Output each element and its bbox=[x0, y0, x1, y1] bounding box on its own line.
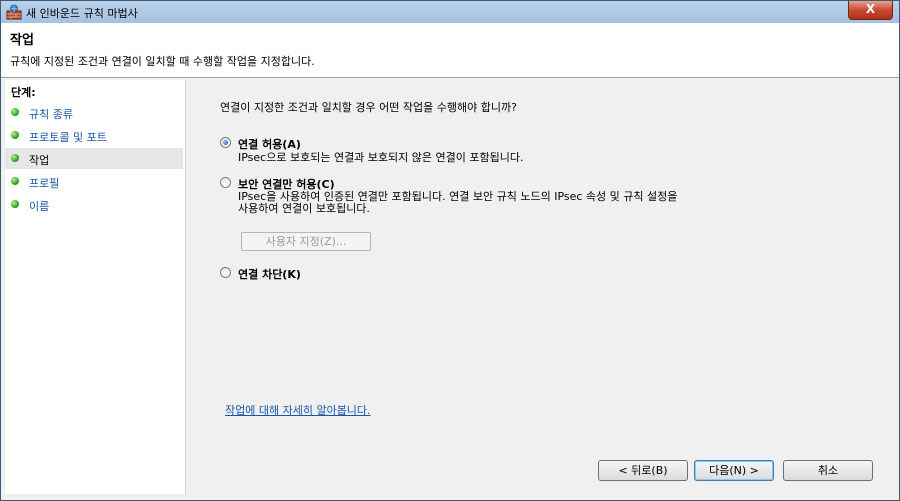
step-label: 규칙 종류 bbox=[29, 108, 73, 121]
wizard-window: 새 인바운드 규칙 마법사 X 작업 규칙에 지정된 조건과 연결이 일치할 때… bbox=[0, 0, 900, 501]
main-content: 연결이 지정한 조건과 일치할 경우 어떤 작업을 수행해야 합니까? 연결 허… bbox=[187, 80, 897, 494]
allow-connection-label[interactable]: 연결 허용(A) bbox=[238, 136, 301, 152]
block-connection-radio[interactable] bbox=[220, 267, 231, 278]
step-rule-type[interactable]: 규칙 종류 bbox=[5, 102, 183, 123]
page-header: 작업 규칙에 지정된 조건과 연결이 일치할 때 수행할 작업을 지정합니다. bbox=[1, 23, 899, 78]
learn-more-link[interactable]: 작업에 대해 자세히 알아봅니다. bbox=[225, 402, 371, 418]
step-label: 프로토콜 및 포트 bbox=[29, 131, 107, 144]
block-connection-label[interactable]: 연결 차단(K) bbox=[238, 266, 301, 282]
step-label: 프로필 bbox=[29, 177, 60, 190]
title-bar: 새 인바운드 규칙 마법사 X bbox=[1, 1, 899, 23]
allow-secure-desc-line2: 사용하여 연결이 보호됩니다. bbox=[238, 202, 370, 215]
page-title: 작업 bbox=[10, 33, 34, 48]
steps-label: 단계: bbox=[11, 86, 36, 99]
step-bullet-icon bbox=[11, 200, 19, 208]
back-button[interactable]: < 뒤로(B) bbox=[598, 460, 688, 481]
step-bullet-icon bbox=[11, 131, 19, 139]
firewall-icon bbox=[6, 4, 22, 20]
action-question: 연결이 지정한 조건과 일치할 경우 어떤 작업을 수행해야 합니까? bbox=[220, 101, 517, 114]
allow-connection-desc: IPsec으로 보호되는 연결과 보호되지 않은 연결이 포함됩니다. bbox=[238, 151, 524, 164]
cancel-button[interactable]: 취소 bbox=[783, 460, 873, 481]
allow-secure-radio[interactable] bbox=[220, 177, 231, 188]
step-bullet-icon bbox=[11, 177, 19, 185]
step-protocol-port[interactable]: 프로토콜 및 포트 bbox=[5, 125, 183, 146]
step-action: 작업 bbox=[5, 148, 183, 169]
page-description: 규칙에 지정된 조건과 연결이 일치할 때 수행할 작업을 지정합니다. bbox=[10, 55, 315, 68]
step-profile[interactable]: 프로필 bbox=[5, 171, 183, 192]
step-label: 이름 bbox=[29, 200, 50, 213]
steps-sidebar: 단계: 규칙 종류 프로토콜 및 포트 작업 프로필 이름 bbox=[5, 80, 186, 494]
step-bullet-icon bbox=[11, 108, 19, 116]
customize-button[interactable]: 사용자 지정(Z)... bbox=[241, 232, 371, 251]
allow-connection-radio[interactable] bbox=[220, 137, 231, 148]
next-button[interactable]: 다음(N) > bbox=[694, 460, 774, 481]
window-title: 새 인바운드 규칙 마법사 bbox=[26, 7, 138, 20]
step-bullet-icon bbox=[11, 154, 19, 162]
step-name[interactable]: 이름 bbox=[5, 194, 183, 215]
close-button[interactable]: X bbox=[848, 1, 893, 20]
step-label: 작업 bbox=[29, 154, 50, 167]
